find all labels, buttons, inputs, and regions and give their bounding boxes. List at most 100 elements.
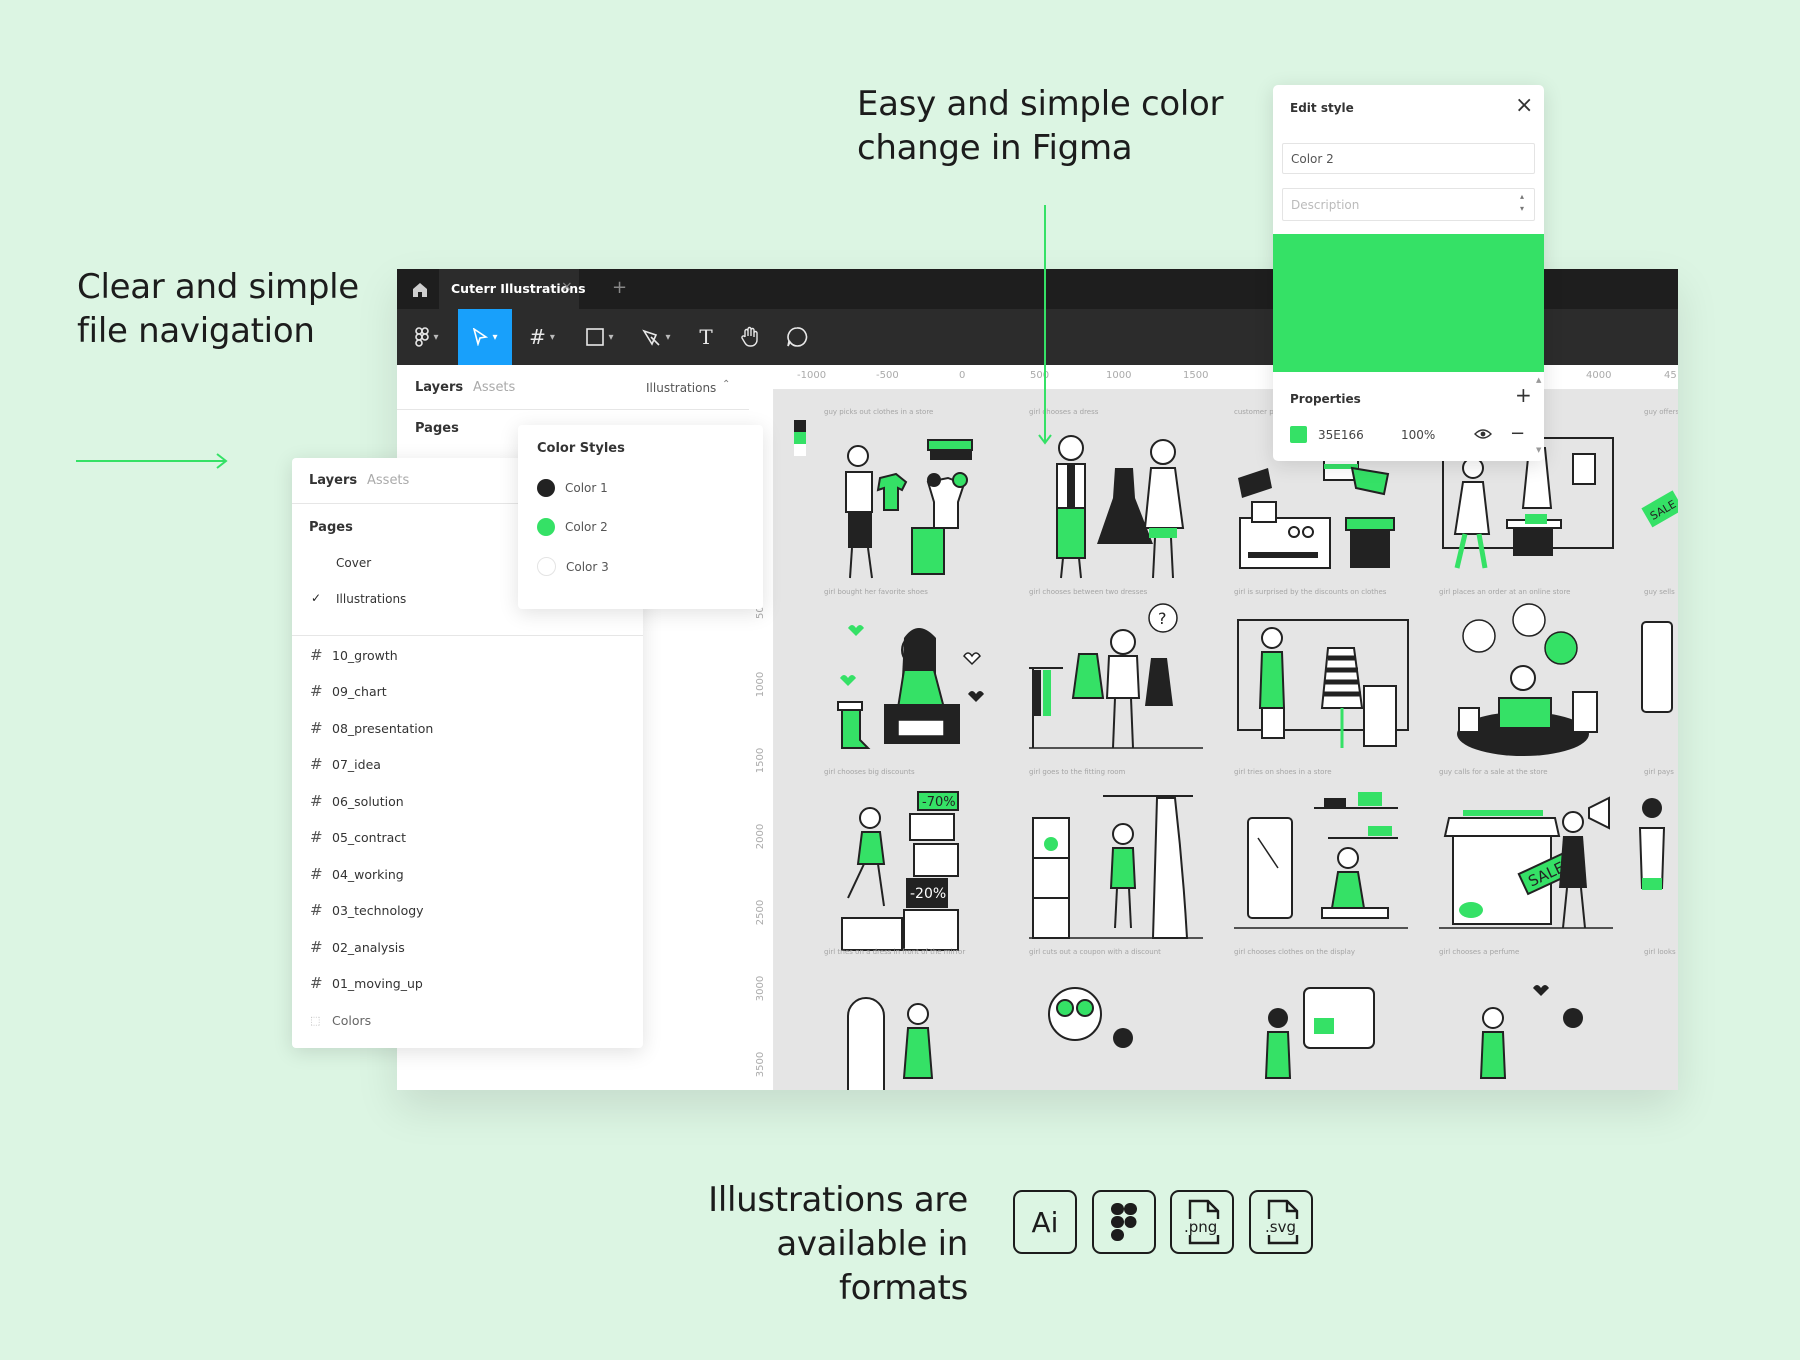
color-style-item[interactable]: Color 2	[537, 518, 608, 536]
frame-row[interactable]: #10_growth	[310, 640, 398, 670]
frame-row[interactable]: #04_working	[310, 859, 404, 889]
frame-row[interactable]: ⬚ Colors	[310, 1005, 371, 1035]
display-illustration	[1264, 987, 1375, 1079]
add-property-icon[interactable]: +	[1515, 383, 1532, 407]
tab-layers[interactable]: Layers	[415, 380, 463, 395]
new-tab-icon[interactable]: +	[612, 277, 627, 298]
home-icon[interactable]	[411, 281, 429, 298]
illustration-thumb[interactable]: guy sells	[1638, 588, 1678, 776]
close-icon[interactable]: ×	[1515, 93, 1533, 118]
page-dropdown[interactable]: Illustrations	[646, 381, 716, 395]
swatch-color-2	[537, 518, 555, 536]
illustration-thumb[interactable]: guy picks out clothes in a store	[818, 408, 1004, 596]
hash-frame-icon: #	[529, 325, 546, 349]
chevron-up-icon[interactable]: ⌃	[722, 379, 730, 390]
colors-frame[interactable]	[794, 420, 806, 456]
ruler-tick: 1000	[755, 671, 767, 698]
pages-title: Pages	[415, 421, 459, 436]
frame-row[interactable]: #03_technology	[310, 895, 424, 925]
pen-tool-button[interactable]: ▾	[633, 309, 679, 365]
frame-row[interactable]: #02_analysis	[310, 932, 405, 962]
headline-color-change: Easy and simple color change in Figma	[857, 84, 1224, 168]
illustration-thumb[interactable]: guy calls for a sale at the store SALE	[1433, 768, 1619, 956]
format-ai-icon: Ai	[1013, 1190, 1077, 1254]
ruler-tick: 2500	[755, 899, 767, 926]
move-tool-button[interactable]: ▾	[458, 309, 512, 365]
remove-property-icon[interactable]: −	[1510, 423, 1525, 444]
swatch-color-3	[537, 557, 556, 576]
divider	[292, 635, 643, 636]
ruler-tick: 1500	[1183, 370, 1209, 381]
page-item-cover[interactable]: Cover	[336, 556, 371, 570]
illustration-thumb[interactable]: girl is surprised by the discounts on cl…	[1228, 588, 1414, 776]
properties-title: Properties	[1290, 392, 1361, 406]
description-input[interactable]: Description ▴ ▾	[1282, 188, 1535, 221]
close-tab-icon[interactable]: ×	[561, 279, 573, 295]
text-tool-button[interactable]: T	[687, 309, 725, 365]
color-styles-title: Color Styles	[537, 441, 625, 456]
frame-row[interactable]: #08_presentation	[310, 713, 433, 743]
callout-arrow-icon	[1038, 205, 1052, 445]
illustration-thumb[interactable]: girl bought her favorite shoes	[818, 588, 1004, 776]
frame-label: 03_technology	[332, 902, 424, 918]
main-menu-button[interactable]: ▾	[407, 309, 447, 365]
tab-assets[interactable]: Assets	[473, 380, 515, 395]
color-style-item[interactable]: Color 1	[537, 479, 608, 497]
shape-tool-button[interactable]: ▾	[577, 309, 623, 365]
dashed-frame-icon: ⬚	[310, 1013, 321, 1027]
frame-label: 05_contract	[332, 829, 407, 845]
thumb-label: guy offers	[1644, 408, 1678, 416]
comment-tool-button[interactable]	[777, 309, 817, 365]
illustration-thumb[interactable]: girl chooses a perfume	[1433, 948, 1619, 1090]
illustration-thumb[interactable]: girl places an order at an online store	[1433, 588, 1619, 776]
format-png-icon: .png	[1170, 1190, 1234, 1254]
frame-row[interactable]: #09_chart	[310, 676, 387, 706]
canvas[interactable]: guy picks out clothes in a store girl ch…	[774, 390, 1678, 1090]
perfume-illustration	[1479, 985, 1583, 1079]
illustration-thumb[interactable]: guy offers SALE	[1638, 408, 1678, 596]
frame-icon: #	[310, 828, 323, 846]
fill-swatch[interactable]	[1290, 426, 1307, 443]
ruler-tick: 4000	[1586, 370, 1612, 381]
fill-opacity[interactable]: 100%	[1401, 428, 1435, 442]
style-name-input[interactable]: Color 2	[1282, 143, 1535, 174]
frame-row[interactable]: #01_moving_up	[310, 968, 423, 998]
thumb-label: guy calls for a sale at the store	[1439, 768, 1548, 776]
illustration-thumb[interactable]: girl pays	[1638, 768, 1678, 956]
arrow-right-icon	[76, 453, 228, 469]
illustration-thumb[interactable]: girl cuts out a coupon with a discount	[1023, 948, 1209, 1090]
frame-row[interactable]: #07_idea	[310, 749, 381, 779]
illustration-thumb[interactable]: girl chooses between two dresses ?	[1023, 588, 1209, 776]
hand-tool-button[interactable]	[730, 309, 770, 365]
scrollbar[interactable]: ▲ ▼	[1536, 376, 1542, 454]
eye-icon[interactable]	[1474, 428, 1492, 440]
frame-label: 07_idea	[332, 756, 381, 772]
page-item-illustrations[interactable]: Illustrations	[336, 592, 406, 606]
frame-row[interactable]: #05_contract	[310, 822, 406, 852]
payment-partial-illustration	[1638, 798, 1666, 890]
popup-tab-layers[interactable]: Layers	[309, 473, 357, 488]
illustration-thumb[interactable]: girl tries on shoes in a store	[1228, 768, 1414, 956]
illustration-thumb[interactable]: girl goes to the fitting room	[1023, 768, 1209, 956]
spinner-icon[interactable]: ▴ ▾	[1520, 191, 1524, 215]
style-name-value: Color 2	[1291, 152, 1334, 166]
illustration-thumb[interactable]: girl tries on a dress in front of the mi…	[818, 948, 1004, 1090]
illustration-thumb[interactable]: girl chooses clothes on the display	[1228, 948, 1414, 1090]
color-style-item[interactable]: Color 3	[537, 557, 609, 576]
fill-hex[interactable]: 35E166	[1318, 428, 1364, 442]
illustration-thumb[interactable]: girl chooses big discounts -70% -20%	[818, 768, 1004, 956]
thumb-label: girl looks	[1644, 948, 1676, 956]
rectangle-icon	[586, 328, 605, 346]
frame-row[interactable]: #06_solution	[310, 786, 404, 816]
color-styles-popup: Color Styles Color 1 Color 2 Color 3	[518, 425, 763, 609]
color-preview[interactable]	[1273, 234, 1544, 372]
png-file-icon: .png	[1184, 1199, 1222, 1245]
format-svg-label: .svg	[1265, 1218, 1296, 1236]
popup-tab-assets[interactable]: Assets	[367, 473, 409, 488]
illustration-thumb[interactable]: girl looks	[1638, 948, 1678, 1090]
tab-file[interactable]: Cuterr Illustrations ×	[439, 269, 586, 309]
ruler-tick: 45	[1664, 370, 1677, 381]
frame-tool-button[interactable]: # ▾	[519, 309, 565, 365]
thumb-label: girl places an order at an online store	[1439, 588, 1571, 596]
shoe-store-illustration	[1234, 792, 1408, 929]
